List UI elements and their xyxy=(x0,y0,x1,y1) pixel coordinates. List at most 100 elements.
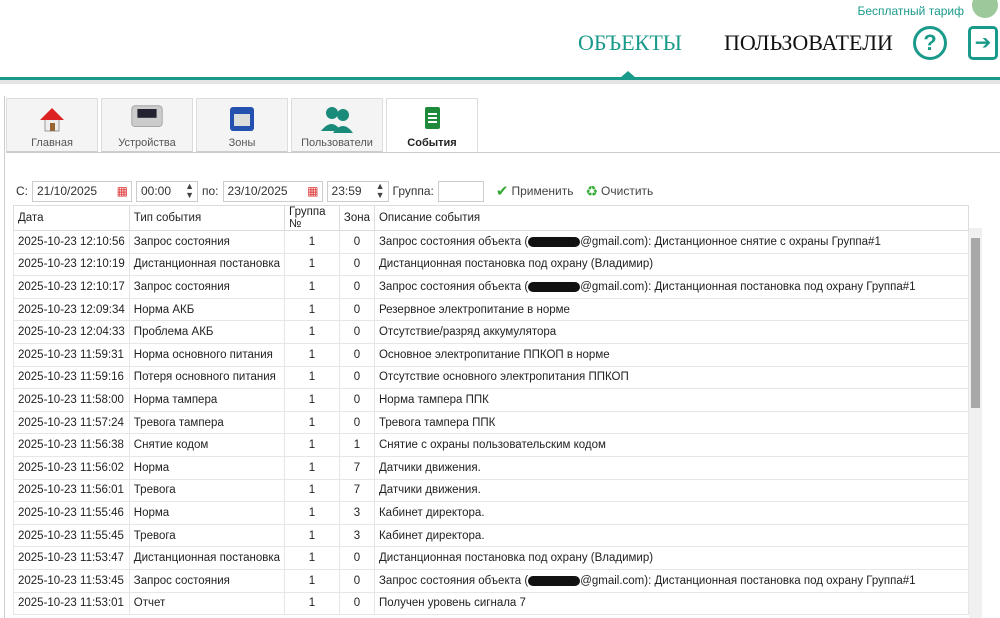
table-row[interactable]: 2025-10-23 12:10:17 Запрос состояния 1 0 Зап… xyxy=(13,275,970,299)
description-suffix: @gmail.com): Дистанционная постановка по… xyxy=(580,574,916,587)
apply-button[interactable]: ✔ Применить xyxy=(496,182,574,200)
date-cell: 2025-10-23 12:10:17 xyxy=(13,275,130,299)
calendar-icon[interactable]: ▦ xyxy=(117,184,128,198)
from-time-input[interactable]: 00:00 ▲ ▼ xyxy=(136,180,198,202)
table-row[interactable]: 2025-10-23 11:59:31 Норма основного питан… xyxy=(13,342,970,367)
date-cell: 2025-10-23 11:56:02 xyxy=(13,455,130,480)
tab-4[interactable]: События xyxy=(386,98,478,152)
group-cell: 1 xyxy=(284,433,340,457)
date-cell: 2025-10-23 11:59:16 xyxy=(13,365,130,390)
group-cell: 1 xyxy=(284,342,340,367)
zone-cell: 0 xyxy=(338,342,375,367)
table-row[interactable]: 2025-10-23 11:57:24 Тревога тампера 1 0 Трев… xyxy=(13,410,970,435)
to-date-value: 23/10/2025 xyxy=(227,183,288,198)
to-time-input[interactable]: 23:59 ▲ ▼ xyxy=(326,180,389,202)
description-cell: Дистанционная постановка под охрану (Вла… xyxy=(373,252,970,277)
description-cell: Основное электропитание ППКОП в норме xyxy=(373,342,970,367)
tab-2[interactable]: Зоны xyxy=(196,98,288,152)
group-cell: 1 xyxy=(284,546,340,570)
table-row[interactable]: 2025-10-23 12:10:19 Дистанционная постано… xyxy=(13,252,970,277)
type-cell: Отчет xyxy=(128,591,286,616)
group-cell: 1 xyxy=(284,388,340,412)
date-cell: 2025-10-23 11:53:01 xyxy=(13,591,130,616)
date-cell: 2025-10-23 12:10:56 xyxy=(13,230,130,254)
logout-icon[interactable]: ➔ xyxy=(968,26,998,60)
type-cell: Запрос состояния xyxy=(128,275,286,299)
tab-0[interactable]: Главная xyxy=(6,98,98,152)
description-cell: Норма тампера ППК xyxy=(373,388,970,412)
zone-cell: 0 xyxy=(338,568,375,593)
column-header[interactable]: Зона xyxy=(338,205,375,231)
group-input[interactable] xyxy=(437,180,484,202)
description-prefix: Запрос состояния объекта ( xyxy=(378,235,529,248)
time-spinner-icon[interactable]: ▲ ▼ xyxy=(376,181,385,200)
table-row[interactable]: 2025-10-23 11:58:00 Норма тампера 1 0 Норма … xyxy=(13,388,970,412)
help-icon[interactable]: ? xyxy=(913,26,947,60)
description-cell: Запрос состояния объекта (@gmail.com): Д… xyxy=(373,230,970,254)
table-row[interactable]: 2025-10-23 11:56:02 Норма 1 7 Датчики движен… xyxy=(13,455,970,480)
calendar-icon[interactable]: ▦ xyxy=(307,184,318,198)
table-row[interactable]: 2025-10-23 11:53:45 Запрос состояния 1 0 Зап… xyxy=(13,568,970,593)
column-header[interactable]: Дата xyxy=(13,205,130,231)
column-header[interactable]: Группа № xyxy=(284,205,340,231)
description-prefix: Запрос состояния объекта ( xyxy=(378,574,529,587)
group-cell: 1 xyxy=(284,297,340,322)
table-row[interactable]: 2025-10-23 11:53:01 Отчет 1 0 Получен уровен… xyxy=(13,591,970,616)
table-row[interactable]: 2025-10-23 11:56:38 Снятие кодом 1 1 Снятие … xyxy=(13,433,970,457)
nav-shadow xyxy=(0,80,1000,84)
description-suffix: @gmail.com): Дистанционная постановка по… xyxy=(580,280,916,293)
date-cell: 2025-10-23 12:09:34 xyxy=(13,297,130,322)
nav-objects[interactable]: ОБЪЕКТЫ xyxy=(578,30,682,56)
type-cell: Дистанционная постановка xyxy=(128,252,286,277)
zone-cell: 0 xyxy=(338,275,375,299)
scrollbar[interactable] xyxy=(969,228,982,618)
avatar[interactable] xyxy=(972,0,998,18)
group-cell: 1 xyxy=(284,252,340,277)
table-row[interactable]: 2025-10-23 11:53:47 Дистанционная постано… xyxy=(13,546,970,570)
table-row[interactable]: 2025-10-23 11:56:01 Тревога 1 7 Датчики движ… xyxy=(13,478,970,503)
from-label: С: xyxy=(16,184,28,198)
date-cell: 2025-10-23 11:53:47 xyxy=(13,546,130,570)
to-date-input[interactable]: 23/10/2025 ▦ xyxy=(222,180,323,202)
date-cell: 2025-10-23 11:55:46 xyxy=(13,501,130,525)
description-cell: Резервное электропитание в норме xyxy=(373,297,970,322)
table-row[interactable]: 2025-10-23 12:04:33 Проблема АКБ 1 0 Отсутст… xyxy=(13,320,970,344)
to-time-value: 23:59 xyxy=(331,183,362,198)
column-header[interactable]: Тип события xyxy=(128,205,286,231)
group-cell: 1 xyxy=(284,501,340,525)
clear-label: Очистить xyxy=(601,184,654,198)
zone-cell: 3 xyxy=(338,523,375,548)
tab-1[interactable]: Устройства xyxy=(101,98,193,152)
time-spinner-icon[interactable]: ▲ ▼ xyxy=(185,181,194,200)
table-row[interactable]: 2025-10-23 12:09:34 Норма АКБ 1 0 Резервное … xyxy=(13,297,970,322)
filter-bar: С: 21/10/2025 ▦ 00:00 ▲ ▼ по: 23/10/2025 ▦ 2… xyxy=(16,180,653,202)
zone-cell: 0 xyxy=(338,388,375,412)
type-cell: Норма xyxy=(128,501,286,525)
table-row[interactable]: 2025-10-23 11:55:45 Тревога 1 3 Кабинет дире… xyxy=(13,523,970,548)
type-cell: Проблема АКБ xyxy=(128,320,286,344)
from-date-input[interactable]: 21/10/2025 ▦ xyxy=(32,180,132,202)
table-row[interactable]: 2025-10-23 11:55:46 Норма 1 3 Кабинет директ… xyxy=(13,501,970,525)
nav-users[interactable]: ПОЛЬЗОВАТЕЛИ xyxy=(724,30,893,56)
users-icon xyxy=(321,105,353,133)
tab-3[interactable]: Пользователи xyxy=(291,98,383,152)
plan-label: Бесплатный тариф xyxy=(857,4,964,18)
type-cell: Дистанционная постановка xyxy=(128,546,286,570)
table-row[interactable]: 2025-10-23 11:59:16 Потеря основного пита… xyxy=(13,365,970,390)
type-cell: Потеря основного питания xyxy=(128,365,286,390)
scrollbar-thumb[interactable] xyxy=(971,238,980,408)
type-cell: Запрос состояния xyxy=(128,568,286,593)
column-header[interactable]: Описание события xyxy=(373,205,970,231)
description-cell: Датчики движения. xyxy=(373,478,970,503)
date-cell: 2025-10-23 11:55:45 xyxy=(13,523,130,548)
zone-cell: 0 xyxy=(338,297,375,322)
zone-cell: 1 xyxy=(338,433,375,457)
clear-button[interactable]: ♻ Очистить xyxy=(585,183,653,200)
table-row[interactable]: 2025-10-23 12:10:56 Запрос состояния 1 0 Зап… xyxy=(13,230,970,254)
description-cell: Снятие с охраны пользовательским кодом xyxy=(373,433,970,457)
date-cell: 2025-10-23 11:59:31 xyxy=(13,342,130,367)
group-cell: 1 xyxy=(284,455,340,480)
redacted-email xyxy=(528,281,581,292)
tab-label: Главная xyxy=(31,137,73,149)
group-cell: 1 xyxy=(284,523,340,548)
